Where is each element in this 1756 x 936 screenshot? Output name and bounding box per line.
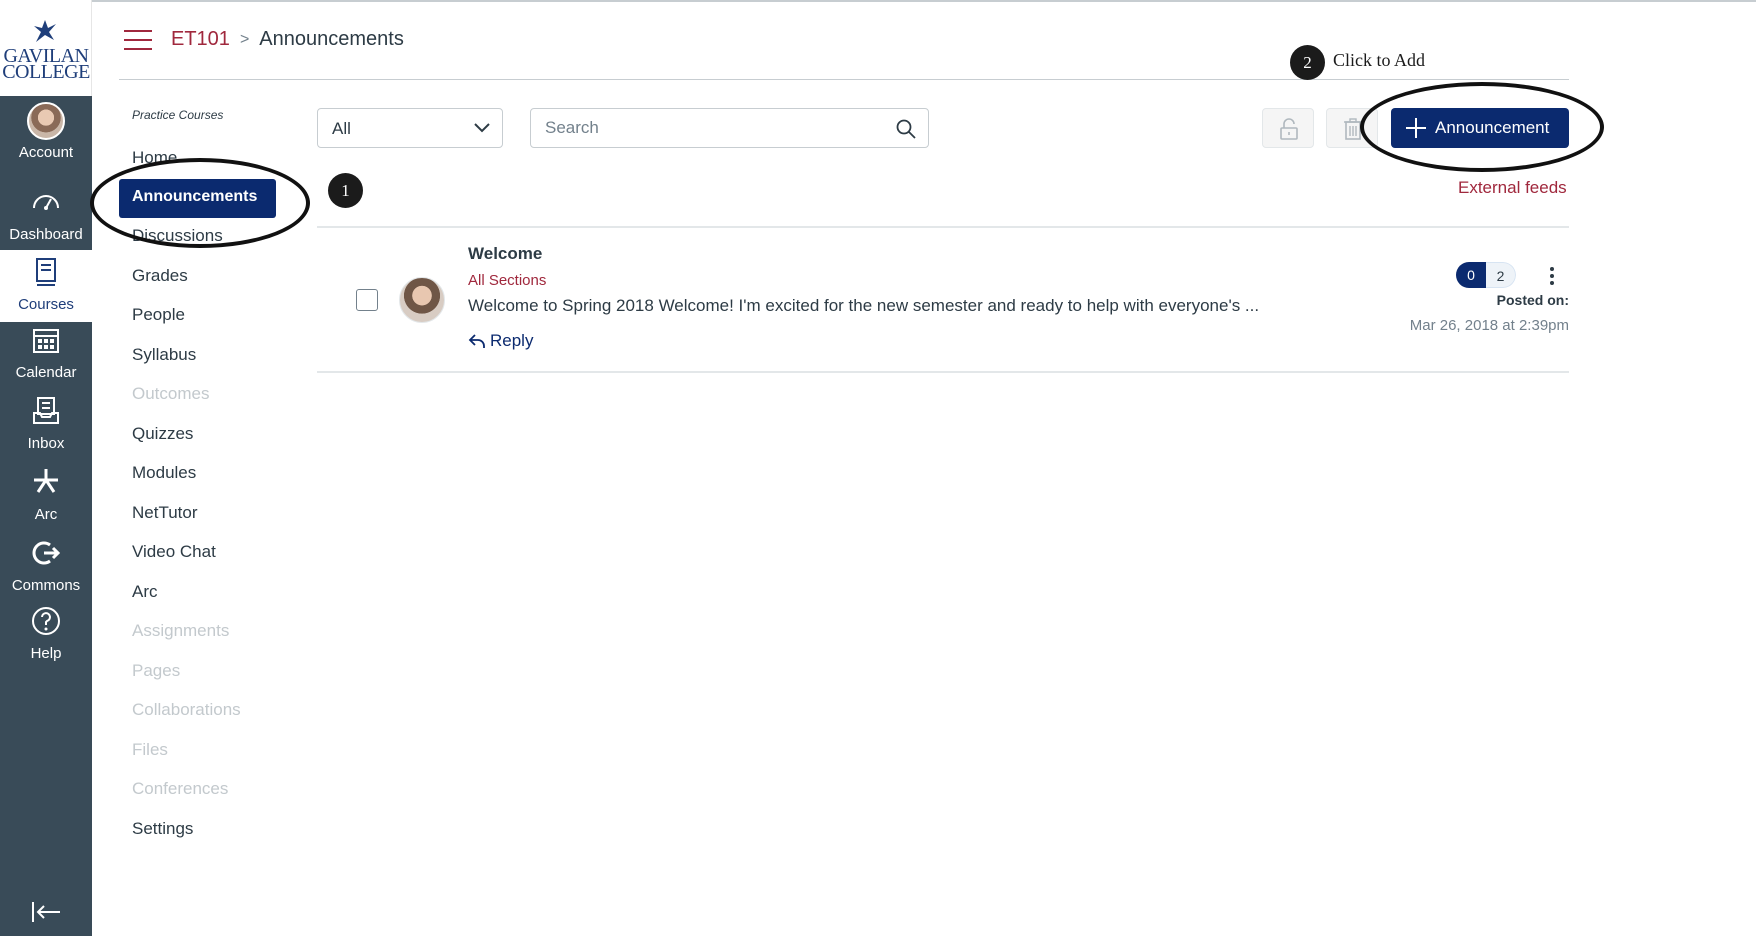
header-divider: [119, 79, 1569, 80]
posted-on-label: Posted on:: [1496, 292, 1569, 308]
annotation-ellipse-announcements: [90, 158, 310, 248]
reply-count-badge: 0 2: [1456, 262, 1516, 288]
help-icon: [32, 607, 60, 635]
reply-link[interactable]: Reply: [468, 331, 533, 351]
nav-label: Dashboard: [9, 226, 83, 243]
nav-label: Courses: [18, 296, 74, 313]
nav-arc[interactable]: Arc: [0, 464, 92, 532]
nav-label: Inbox: [27, 435, 65, 452]
nav-dashboard[interactable]: Dashboard: [0, 184, 92, 252]
course-nav-modules[interactable]: Modules: [132, 463, 196, 483]
course-nav-settings[interactable]: Settings: [132, 819, 193, 839]
hamburger-icon-bar: [124, 39, 152, 41]
announcement-checkbox[interactable]: [356, 289, 378, 311]
breadcrumb-separator: >: [239, 30, 250, 48]
course-nav-arc[interactable]: Arc: [132, 582, 158, 602]
author-avatar[interactable]: [399, 277, 445, 323]
breadcrumb-current: Announcements: [259, 28, 404, 50]
search-icon[interactable]: [896, 119, 916, 139]
nav-label: Calendar: [15, 364, 77, 381]
filter-selected-value: All: [332, 119, 351, 138]
top-border: [0, 0, 1756, 2]
course-nav-video-chat[interactable]: Video Chat: [132, 542, 216, 562]
commons-icon: [32, 541, 61, 565]
breadcrumb-course-link[interactable]: ET101: [171, 28, 230, 51]
reply-label: Reply: [490, 331, 534, 350]
section-filter-select[interactable]: All: [317, 108, 503, 148]
nav-calendar[interactable]: Calendar: [0, 322, 92, 390]
course-nav-label: Practice Courses: [132, 108, 224, 122]
announcement-preview: Welcome to Spring 2018 Welcome! I'm exci…: [468, 296, 1260, 315]
course-nav-pages[interactable]: Pages: [132, 661, 180, 681]
nav-label: Commons: [11, 577, 81, 594]
course-nav-conferences[interactable]: Conferences: [132, 779, 228, 799]
nav-account[interactable]: Account: [0, 98, 92, 166]
annotation-step-2: 2: [1290, 45, 1325, 80]
nav-label: Account: [18, 144, 74, 161]
hamburger-icon-bar: [124, 30, 152, 32]
total-count: 2: [1486, 262, 1516, 288]
course-nav-files[interactable]: Files: [132, 740, 168, 760]
nav-commons[interactable]: Commons: [0, 535, 92, 603]
external-feeds-link[interactable]: External feeds: [1458, 178, 1567, 198]
list-divider-bottom: [317, 371, 1569, 373]
account-avatar: [27, 102, 65, 140]
annotation-step-1: 1: [328, 173, 363, 208]
courses-icon: [36, 258, 56, 286]
nav-label: Arc: [34, 506, 58, 523]
annotation-ellipse-add-button: [1360, 82, 1604, 172]
inbox-icon: [33, 397, 59, 424]
search-field[interactable]: [530, 108, 929, 148]
course-nav-syllabus[interactable]: Syllabus: [132, 345, 196, 365]
annotation-step-2-label: Click to Add: [1333, 50, 1426, 70]
hamburger-icon-bar: [124, 48, 152, 50]
search-input[interactable]: [531, 109, 871, 147]
unlock-icon: [1280, 118, 1298, 140]
posted-date: Mar 26, 2018 at 2:39pm: [1409, 317, 1569, 334]
chevron-down-icon: [474, 123, 490, 133]
nav-courses[interactable]: Courses: [0, 250, 92, 322]
announcement-sections: All Sections: [468, 272, 547, 289]
unread-count: 0: [1456, 262, 1486, 288]
nav-inbox[interactable]: Inbox: [0, 393, 92, 461]
dashboard-icon: [33, 195, 59, 210]
course-nav-people[interactable]: People: [132, 305, 185, 325]
course-nav-grades[interactable]: Grades: [132, 266, 188, 286]
logo-text-line2: COLLEGE: [2, 61, 90, 83]
course-nav-nettutor[interactable]: NetTutor: [132, 503, 198, 523]
course-nav-assignments[interactable]: Assignments: [132, 621, 229, 641]
calendar-icon: [33, 329, 59, 353]
course-nav-outcomes[interactable]: Outcomes: [132, 384, 209, 404]
course-nav-quizzes[interactable]: Quizzes: [132, 424, 193, 444]
lock-button[interactable]: [1262, 108, 1314, 148]
collapse-nav-icon[interactable]: [30, 900, 62, 924]
nav-label: Help: [30, 645, 62, 662]
course-nav-collaborations[interactable]: Collaborations: [132, 700, 241, 720]
more-options-icon[interactable]: [1549, 266, 1555, 286]
list-divider-top: [317, 226, 1569, 228]
arc-icon: [34, 469, 58, 493]
global-navigation: GAVILAN COLLEGE Account Dashboard Course…: [0, 0, 92, 936]
breadcrumb: ET101 > Announcements: [171, 28, 404, 51]
announcement-title[interactable]: Welcome: [468, 244, 542, 264]
course-menu-toggle[interactable]: [124, 30, 152, 52]
reply-icon: [468, 334, 485, 348]
college-logo[interactable]: GAVILAN COLLEGE: [0, 0, 92, 96]
nav-help[interactable]: Help: [0, 603, 92, 671]
